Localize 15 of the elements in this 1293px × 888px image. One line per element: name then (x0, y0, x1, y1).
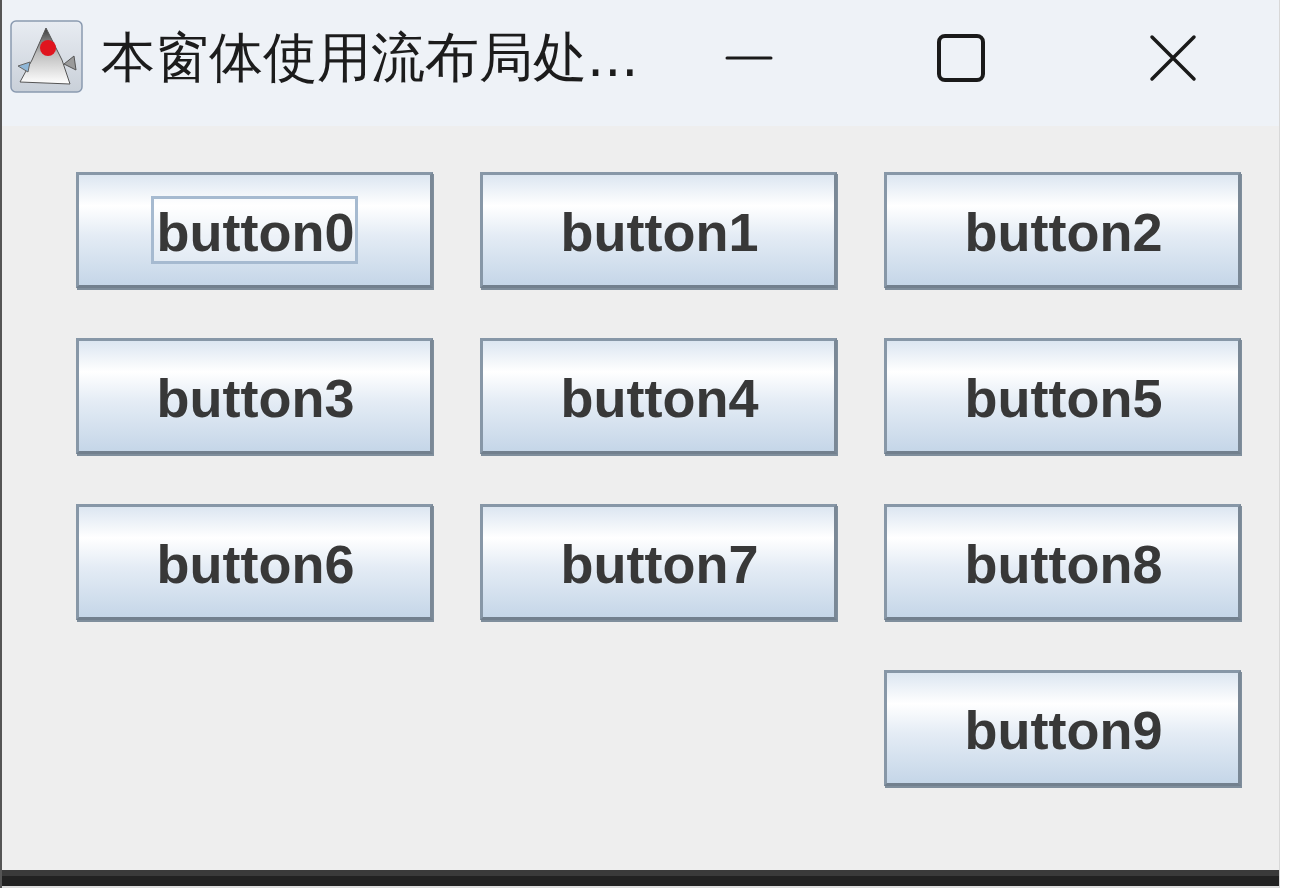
flow-button[interactable]: button0 (76, 172, 433, 288)
close-icon (1149, 34, 1197, 82)
flow-button[interactable]: button4 (480, 338, 837, 454)
flow-button[interactable]: button5 (884, 338, 1241, 454)
maximize-icon (937, 34, 985, 82)
flow-button[interactable]: button2 (884, 172, 1241, 288)
flow-button[interactable]: button9 (884, 670, 1241, 786)
flow-button[interactable]: button3 (76, 338, 433, 454)
minimize-icon (725, 56, 773, 60)
flow-button[interactable]: button1 (480, 172, 837, 288)
window-title: 本窗体使用流布局处... (101, 25, 640, 91)
flow-button[interactable]: button8 (884, 504, 1241, 620)
app-icon (10, 19, 83, 93)
flow-button[interactable]: button7 (480, 504, 837, 620)
flow-button[interactable]: button6 (76, 504, 433, 620)
